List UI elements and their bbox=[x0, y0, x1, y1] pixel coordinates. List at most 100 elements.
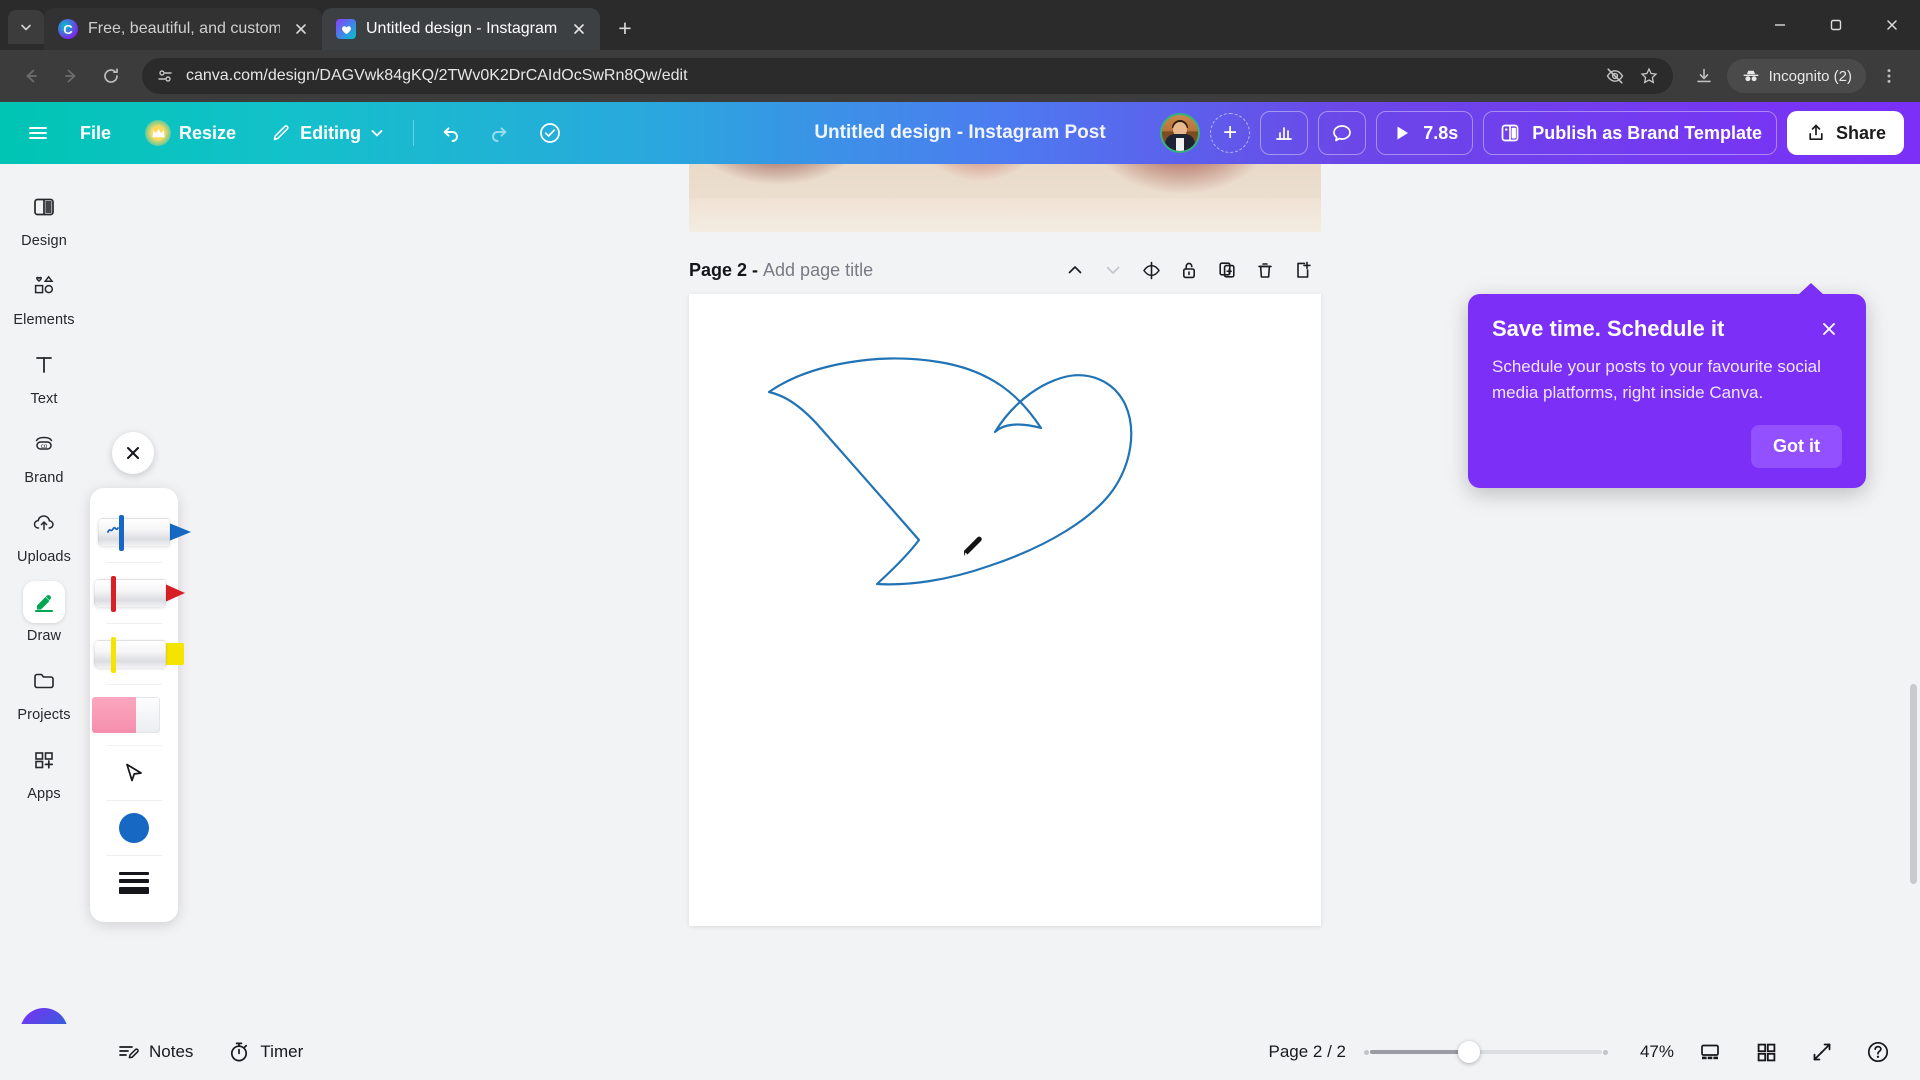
comment-button[interactable] bbox=[1318, 111, 1367, 155]
tool-eraser[interactable] bbox=[90, 685, 178, 745]
download-icon[interactable] bbox=[1687, 59, 1721, 93]
canva-heart-icon bbox=[336, 19, 356, 39]
grid-view-icon[interactable] bbox=[1746, 1032, 1786, 1072]
browser-tab-title: Free, beautiful, and customizab bbox=[88, 20, 280, 37]
star-icon[interactable] bbox=[1639, 66, 1659, 86]
previous-page-thumbnail[interactable] bbox=[689, 164, 1321, 232]
design-title[interactable]: Untitled design - Instagram Post bbox=[814, 122, 1105, 144]
avatar[interactable] bbox=[1160, 113, 1201, 153]
lock-page-icon[interactable] bbox=[1171, 252, 1207, 288]
eye-off-icon[interactable] bbox=[1605, 66, 1625, 86]
tab-search-button[interactable] bbox=[8, 10, 44, 44]
zoom-slider-handle[interactable] bbox=[1458, 1041, 1480, 1063]
timer-button[interactable]: Timer bbox=[215, 1032, 315, 1072]
resize-label: Resize bbox=[179, 122, 237, 143]
sidebar-item-text[interactable]: Text bbox=[4, 336, 84, 413]
new-tab-button[interactable]: + bbox=[608, 11, 642, 45]
stroke-color-button[interactable] bbox=[90, 801, 178, 855]
sidebar-item-uploads[interactable]: Uploads bbox=[4, 494, 84, 571]
share-button[interactable]: Share bbox=[1786, 111, 1904, 155]
insights-button[interactable] bbox=[1260, 111, 1309, 155]
tab-close-icon[interactable] bbox=[290, 18, 312, 40]
undo-icon[interactable] bbox=[428, 111, 472, 155]
close-tray-button[interactable] bbox=[112, 432, 154, 474]
page-label: Page 2 - bbox=[689, 259, 759, 280]
drawing-layer bbox=[767, 357, 1133, 586]
marker-tool-icon bbox=[94, 576, 166, 612]
sidebar-item-apps[interactable]: Apps bbox=[4, 731, 84, 808]
draw-marker-icon bbox=[23, 581, 65, 623]
cloud-check-icon[interactable] bbox=[528, 111, 572, 155]
page-1-artwork bbox=[689, 164, 1321, 232]
cursor-arrow-icon bbox=[126, 763, 142, 782]
minimize-icon[interactable] bbox=[1752, 0, 1808, 50]
resize-button[interactable]: Resize bbox=[131, 113, 250, 153]
sidebar-item-brand[interactable]: co Brand bbox=[4, 415, 84, 492]
move-page-up-icon[interactable] bbox=[1057, 252, 1093, 288]
share-label: Share bbox=[1835, 122, 1886, 143]
tool-cursor[interactable] bbox=[90, 746, 178, 800]
publish-label: Publish as Brand Template bbox=[1532, 122, 1762, 143]
back-arrow-icon[interactable] bbox=[14, 59, 48, 93]
file-menu-button[interactable]: File bbox=[66, 113, 125, 153]
reload-icon[interactable] bbox=[94, 59, 128, 93]
design-layout-icon bbox=[23, 186, 65, 228]
page-view-icon[interactable] bbox=[1690, 1032, 1730, 1072]
browser-toolbar: canva.com/design/DAGVwk84gKQ/2TWv0K2DrCA… bbox=[0, 50, 1920, 102]
sidebar-item-label: Elements bbox=[13, 312, 75, 328]
share-upload-icon bbox=[1809, 124, 1823, 141]
fullscreen-icon[interactable] bbox=[1802, 1032, 1842, 1072]
play-duration-button[interactable]: 7.8s bbox=[1376, 111, 1474, 155]
tab-close-icon[interactable] bbox=[568, 18, 590, 40]
zoom-slider[interactable] bbox=[1362, 1041, 1610, 1063]
got-it-button[interactable]: Got it bbox=[1751, 425, 1842, 469]
elements-shapes-icon bbox=[23, 265, 65, 307]
redo-icon[interactable] bbox=[478, 111, 522, 155]
crown-icon bbox=[145, 120, 172, 146]
sidebar-item-label: Draw bbox=[26, 628, 62, 644]
editing-mode-button[interactable]: Editing bbox=[256, 113, 399, 153]
vertical-scrollbar[interactable] bbox=[1910, 684, 1917, 884]
sidebar-item-label: Uploads bbox=[17, 549, 71, 565]
delete-page-icon[interactable] bbox=[1247, 252, 1283, 288]
notes-button[interactable]: Notes bbox=[104, 1032, 205, 1072]
color-swatch bbox=[119, 813, 149, 843]
eraser-tool-icon bbox=[92, 697, 160, 733]
hide-page-icon[interactable] bbox=[1133, 252, 1169, 288]
editing-label: Editing bbox=[300, 122, 362, 143]
stopwatch-icon bbox=[231, 1042, 248, 1062]
stroke-thickness-icon bbox=[119, 872, 149, 894]
page-2-canvas[interactable] bbox=[689, 294, 1321, 926]
brand-co-icon: co bbox=[23, 423, 65, 465]
hamburger-menu-icon[interactable] bbox=[16, 111, 60, 155]
sidebar-item-projects[interactable]: Projects bbox=[4, 652, 84, 729]
maximize-icon[interactable] bbox=[1808, 0, 1864, 50]
forward-arrow-icon[interactable] bbox=[54, 59, 88, 93]
address-bar[interactable]: canva.com/design/DAGVwk84gKQ/2TWv0K2DrCA… bbox=[142, 58, 1673, 94]
file-label: File bbox=[80, 122, 112, 143]
popup-close-button[interactable] bbox=[1816, 316, 1842, 342]
sidebar-item-draw[interactable]: Draw bbox=[4, 573, 84, 650]
duplicate-page-icon[interactable] bbox=[1209, 252, 1245, 288]
stroke-thickness-button[interactable] bbox=[90, 856, 178, 910]
close-x-icon bbox=[127, 447, 139, 459]
move-page-down-icon[interactable] bbox=[1095, 252, 1131, 288]
browser-tab-0[interactable]: C Free, beautiful, and customizab bbox=[44, 8, 322, 50]
left-sidebar: Design Elements Text co Brand Uploads Dr… bbox=[0, 164, 88, 1080]
incognito-indicator[interactable]: Incognito (2) bbox=[1726, 59, 1866, 93]
window-close-icon[interactable] bbox=[1864, 0, 1920, 50]
sidebar-item-label: Apps bbox=[27, 786, 61, 802]
add-collaborator-button[interactable]: + bbox=[1210, 113, 1251, 153]
tool-highlighter[interactable] bbox=[90, 624, 184, 684]
expand-page-icon[interactable] bbox=[1285, 252, 1321, 288]
browser-tab-1[interactable]: Untitled design - Instagram Pos bbox=[322, 8, 600, 50]
kebab-menu-icon[interactable] bbox=[1872, 59, 1906, 93]
publish-as-brand-template-button[interactable]: Publish as Brand Template bbox=[1483, 111, 1777, 155]
sidebar-item-design[interactable]: Design bbox=[4, 178, 84, 255]
sidebar-item-elements[interactable]: Elements bbox=[4, 257, 84, 334]
page-title-input[interactable]: Add page title bbox=[763, 260, 873, 281]
help-icon[interactable] bbox=[1858, 1032, 1898, 1072]
tool-pen[interactable] bbox=[90, 502, 191, 562]
toolbar-divider bbox=[413, 120, 415, 146]
tool-marker[interactable] bbox=[90, 563, 185, 623]
